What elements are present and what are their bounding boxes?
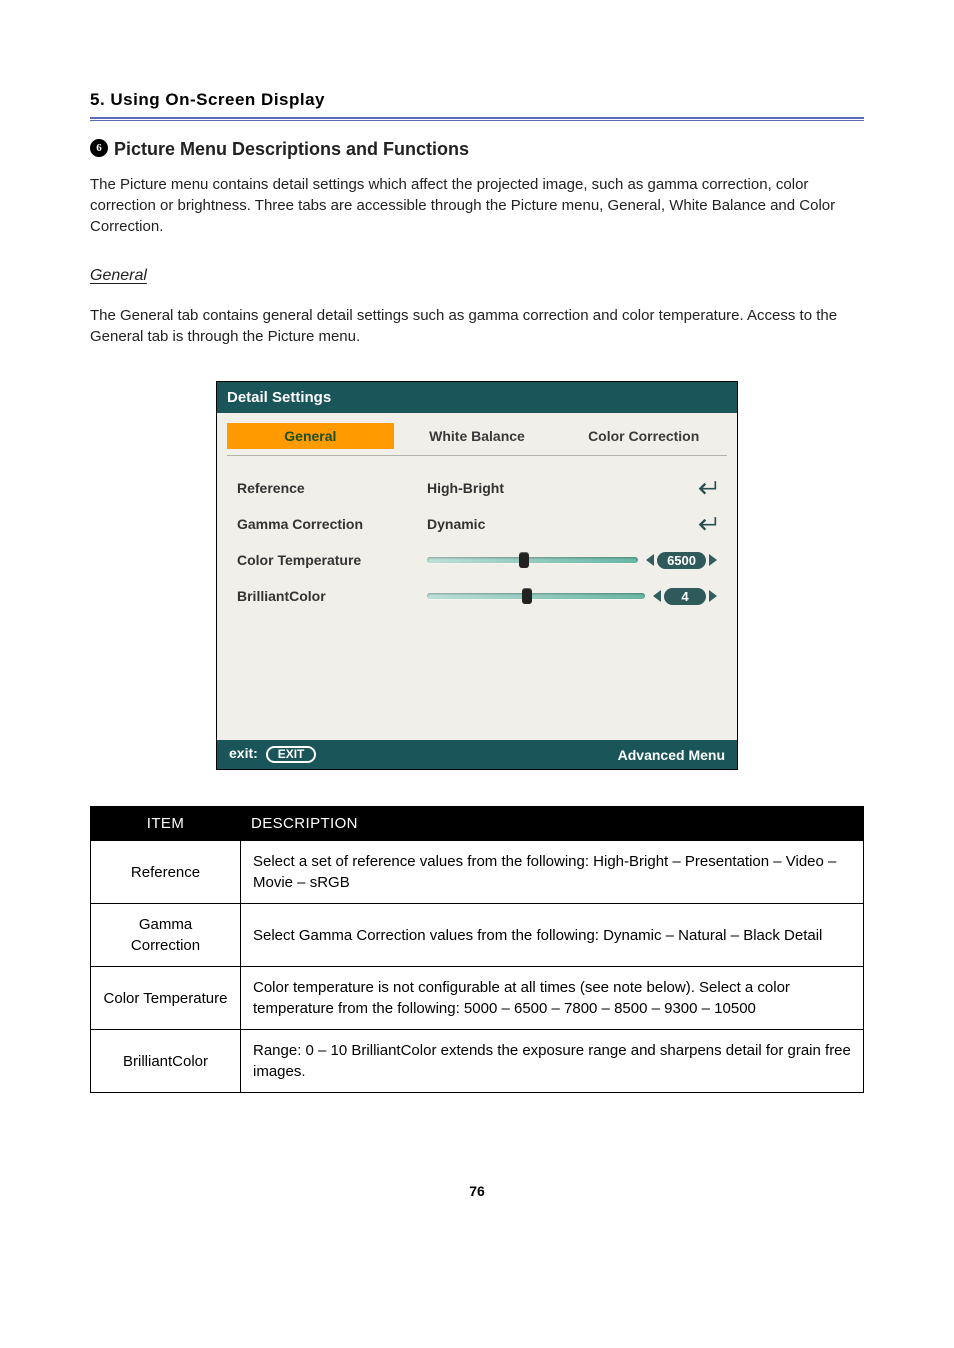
row-label-reference: Reference [237,481,427,495]
table-row: BrilliantColor Range: 0 – 10 BrilliantCo… [91,1030,864,1093]
row-label-color-temp: Color Temperature [237,553,427,567]
section-title: Picture Menu Descriptions and Functions [114,139,469,160]
exit-button[interactable]: EXIT [266,746,317,763]
tab-general[interactable]: General [227,423,394,449]
slider-thumb[interactable] [522,588,532,604]
slider-color-temp[interactable] [427,557,638,563]
slider-thumb[interactable] [519,552,529,568]
table-row: Reference Select a set of reference valu… [91,841,864,904]
divider-thick [90,117,864,119]
description-table: ITEM DESCRIPTION Reference Select a set … [90,806,864,1093]
table-header-item: ITEM [91,807,241,841]
chevron-left-icon[interactable] [646,554,654,566]
chevron-right-icon[interactable] [709,554,717,566]
chevron-right-icon[interactable] [709,590,717,602]
sub-note: The General tab contains general detail … [90,305,864,347]
osd-titlebar: Detail Settings [217,382,737,413]
slider-brilliantcolor[interactable] [427,593,645,599]
row-label-gamma: Gamma Correction [237,517,427,531]
tab-color-correction[interactable]: Color Correction [560,423,727,449]
row-value-gamma: Dynamic [427,517,537,531]
chevron-left-icon[interactable] [653,590,661,602]
divider-thin [90,120,864,121]
chapter-title: 5. Using On-Screen Display [90,90,864,116]
enter-icon[interactable] [695,515,717,533]
footer-exit: exit: EXIT [229,746,316,763]
row-value-reference: High-Bright [427,481,537,495]
sub-heading-general: General [90,267,864,285]
table-row: Gamma Correction Select Gamma Correction… [91,904,864,967]
page-number: 76 [90,1183,864,1199]
value-color-temp: 6500 [657,552,706,569]
table-row: Color Temperature Color temperature is n… [91,967,864,1030]
osd-window: Detail Settings General White Balance Co… [216,381,738,770]
footer-mode: Advanced Menu [618,748,725,762]
value-brilliantcolor: 4 [664,588,706,605]
tab-white-balance[interactable]: White Balance [394,423,561,449]
section-body: The Picture menu contains detail setting… [90,174,864,237]
table-header-desc: DESCRIPTION [241,807,864,841]
row-label-brilliantcolor: BrilliantColor [237,589,427,603]
enter-icon[interactable] [695,479,717,497]
section-number-badge: 6 [90,139,108,157]
